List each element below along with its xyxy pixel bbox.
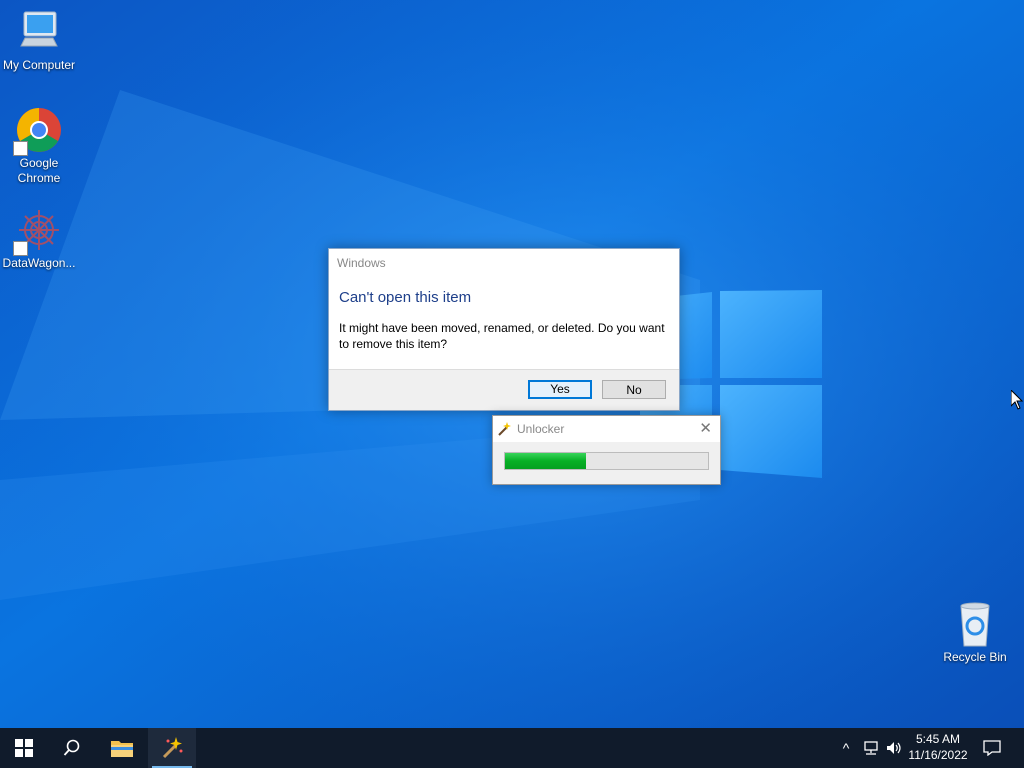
unlocker-title: Unlocker [517, 422, 565, 436]
recycle-bin-icon [951, 600, 999, 648]
desktop-icon-label: My Computer [2, 58, 76, 72]
file-explorer-button[interactable] [98, 728, 146, 768]
desktop-icon-datawagon[interactable]: DataWagon... [0, 206, 78, 271]
magic-wand-icon [496, 420, 512, 446]
dialog-title: Windows [337, 256, 386, 270]
close-icon[interactable]: ✕ [699, 416, 712, 442]
windows-logo-icon [15, 739, 33, 757]
search-button[interactable] [48, 728, 96, 768]
desktop-icon-label: Google Chrome [17, 156, 61, 185]
chrome-icon [13, 106, 63, 156]
taskbar-clock[interactable]: 5:45 AM 11/16/2022 [902, 731, 974, 763]
shortcut-arrow-icon [13, 141, 28, 156]
network-icon[interactable] [860, 728, 882, 768]
folder-icon [111, 741, 133, 757]
notification-icon [983, 740, 1001, 756]
desktop-icon-recycle-bin[interactable]: Recycle Bin [936, 600, 1014, 665]
magic-wand-icon [162, 737, 183, 759]
clock-date: 11/16/2022 [908, 748, 968, 762]
no-button[interactable]: No [602, 380, 666, 399]
desktop-icon-google-chrome[interactable]: Google Chrome [0, 106, 78, 186]
computer-icon [15, 8, 63, 56]
unlocker-window: Unlocker ✕ [492, 415, 721, 485]
unlocker-taskbar-button[interactable] [148, 728, 196, 768]
shortcut-arrow-icon [13, 241, 28, 256]
desktop-icon-label: DataWagon... [2, 256, 76, 270]
yes-button[interactable]: Yes [528, 380, 592, 399]
dialog-heading: Can't open this item [339, 289, 472, 306]
taskbar: ^ 5:45 AM 11/16/2022 [0, 728, 1024, 768]
unlocker-progress-bar [504, 452, 709, 470]
volume-icon[interactable] [884, 728, 904, 768]
show-hidden-icons-chevron[interactable]: ^ [836, 728, 856, 768]
start-button[interactable] [0, 728, 48, 768]
clock-time: 5:45 AM [915, 732, 961, 746]
dialog-footer: Yes No [329, 369, 679, 410]
error-dialog: Windows Can't open this item It might ha… [328, 248, 680, 411]
unlocker-titlebar: Unlocker ✕ [493, 416, 720, 442]
mouse-cursor-icon [1011, 390, 1023, 410]
action-center-button[interactable] [980, 728, 1004, 768]
progress-fill [505, 453, 587, 469]
desktop-icon-my-computer[interactable]: My Computer [0, 8, 78, 73]
desktop-icon-label: Recycle Bin [943, 650, 1007, 664]
dialog-message: It might have been moved, renamed, or de… [339, 321, 665, 351]
search-icon [63, 739, 80, 756]
datawagon-icon [13, 206, 63, 256]
